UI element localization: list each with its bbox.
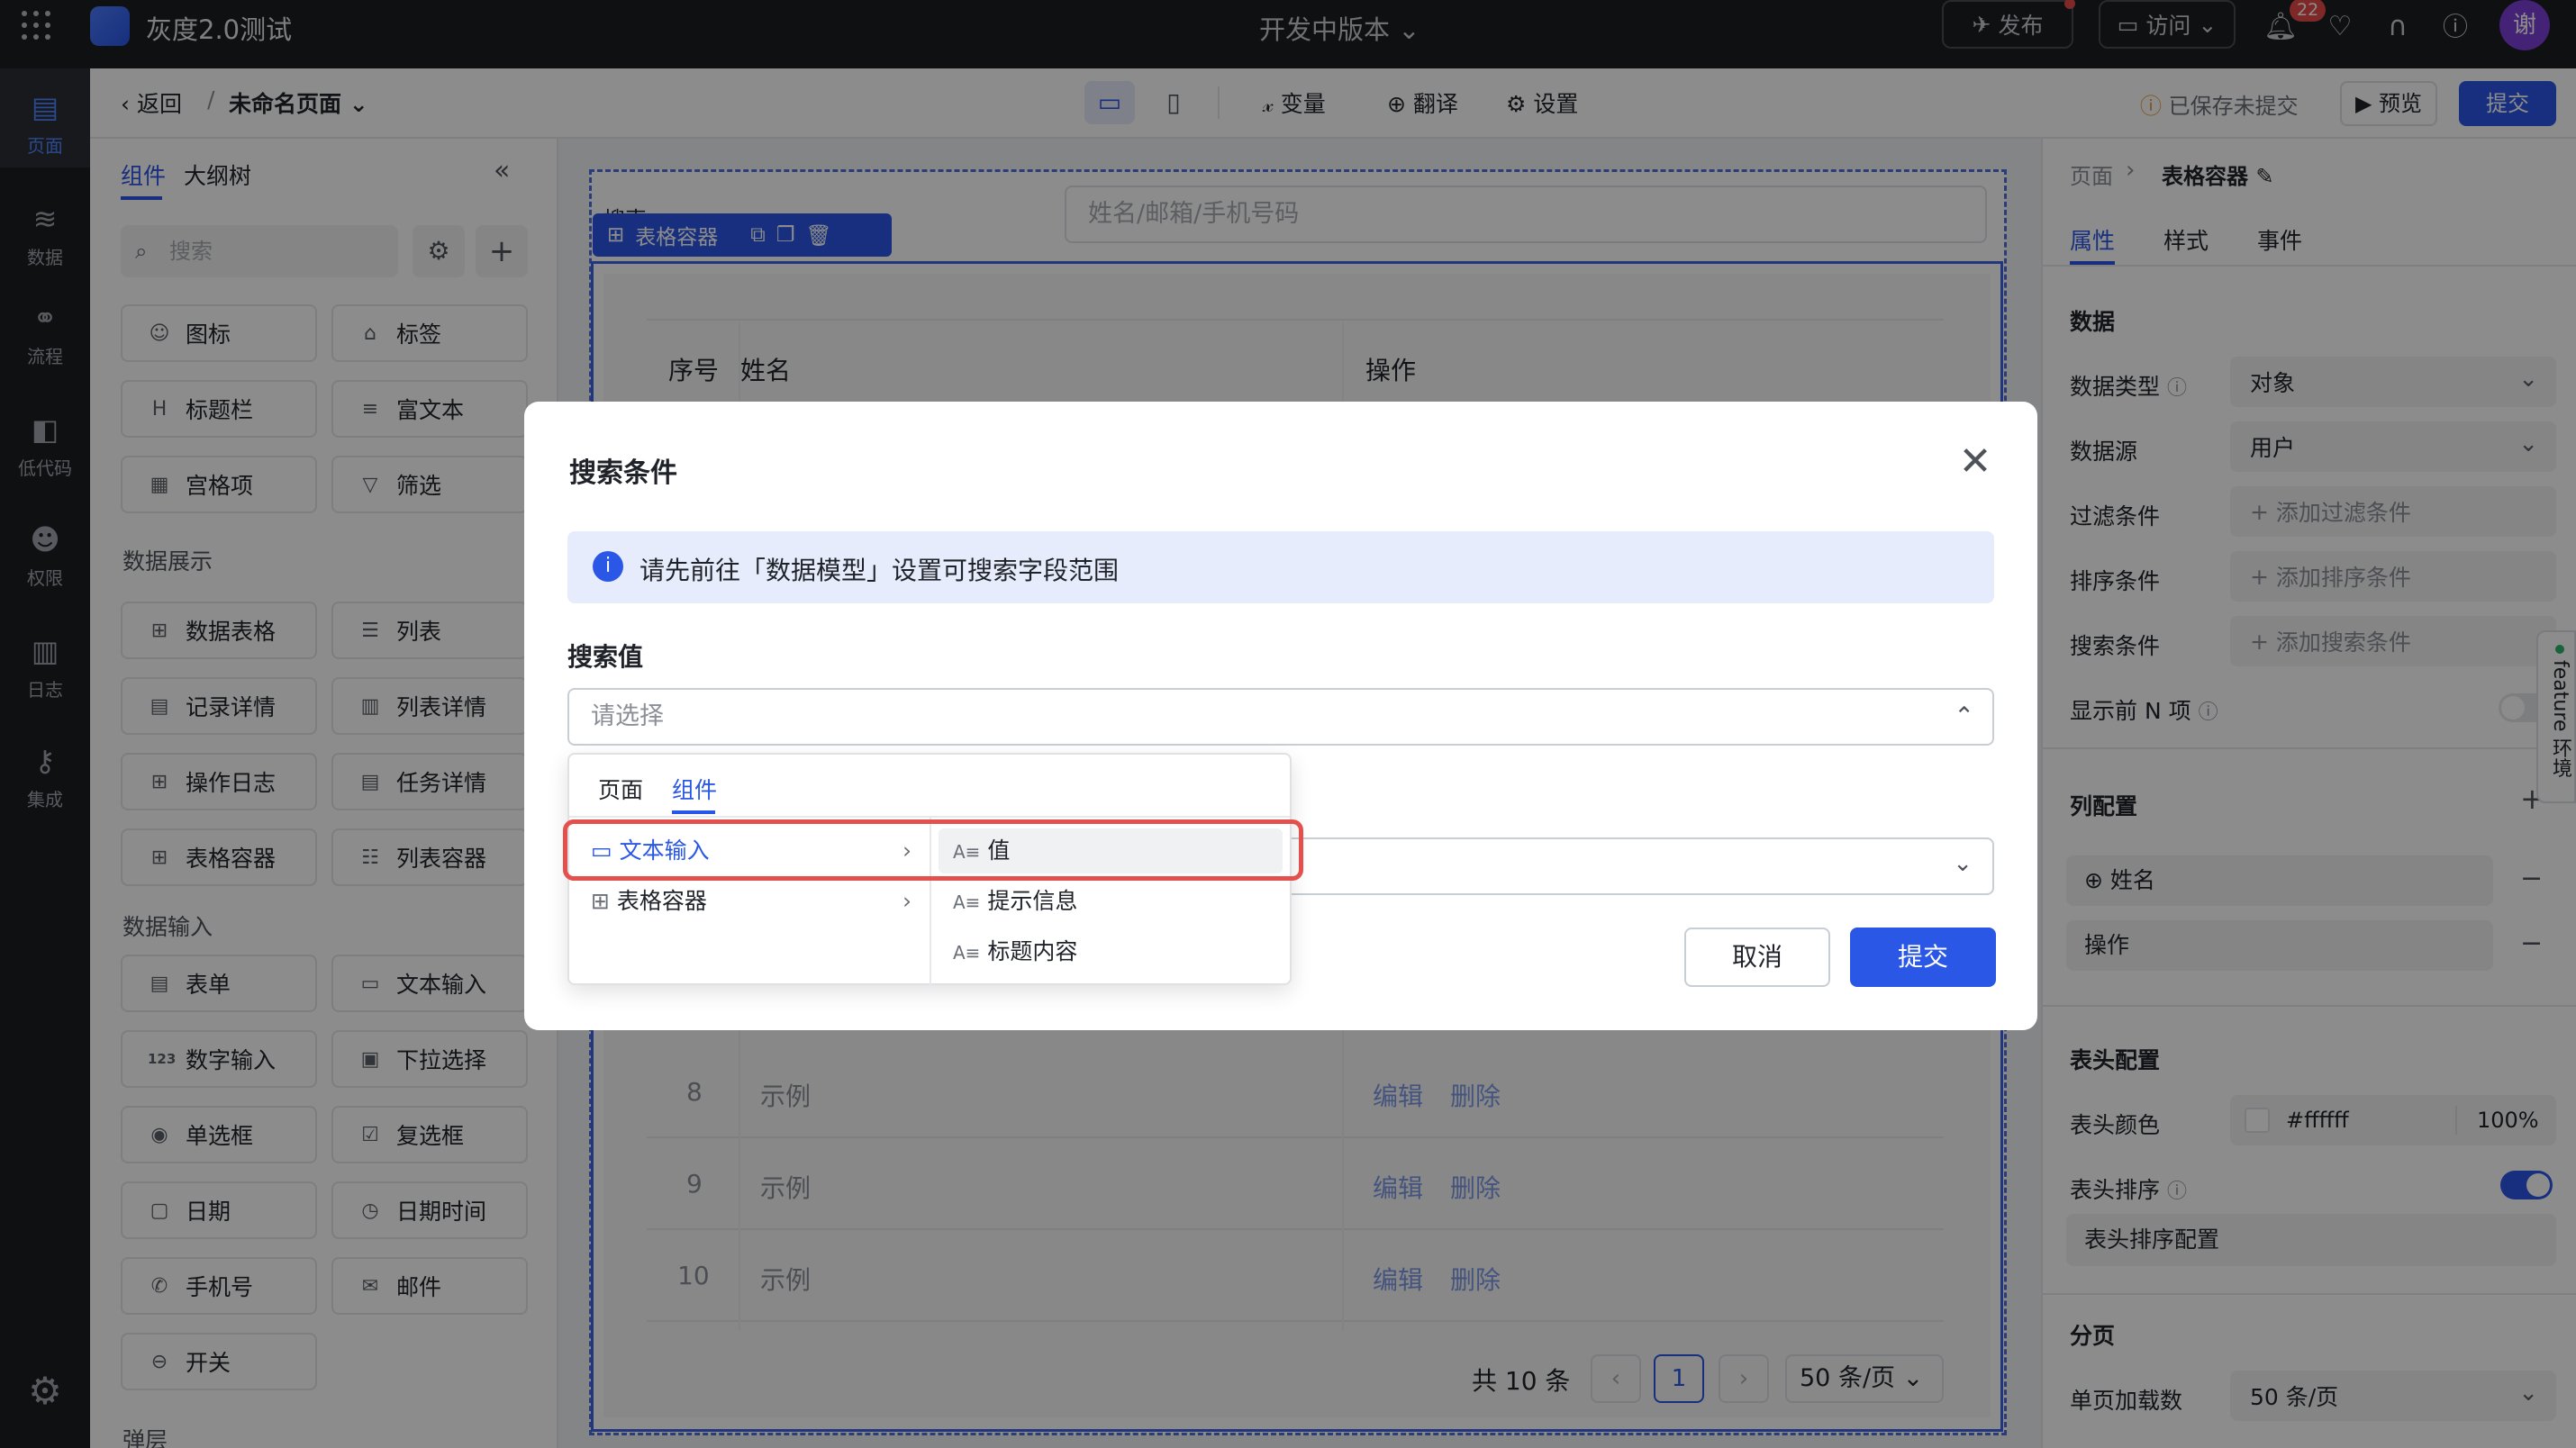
tab-component[interactable]: 组件 (672, 773, 717, 805)
submit-button[interactable]: 提交 (1850, 928, 1996, 987)
tab-indicator (672, 810, 715, 814)
info-banner: i 请先前往「数据模型」设置可搜索字段范围 (567, 531, 1994, 603)
table-icon: ⊞ (591, 888, 610, 914)
dialog-title: 搜索条件 (569, 457, 677, 489)
chevron-up-icon: ⌃ (1954, 702, 1974, 730)
highlight-box (563, 819, 1303, 881)
field-icon: A≡ (953, 942, 981, 964)
field-icon: A≡ (953, 891, 981, 913)
info-text: 请先前往「数据模型」设置可搜索字段范围 (639, 556, 1120, 585)
field-label: 搜索值 (567, 642, 644, 672)
close-icon[interactable]: ✕ (1955, 441, 1996, 483)
option-label: 表格容器 (616, 888, 707, 914)
info-icon: i (593, 551, 623, 582)
search-value-select[interactable]: 请选择 ⌃ (567, 688, 1994, 746)
option-label: 标题内容 (987, 938, 1078, 964)
option-table-container[interactable]: ⊞ 表格容器 › (578, 879, 924, 924)
tab-page[interactable]: 页面 (598, 773, 643, 805)
option-label: 提示信息 (987, 888, 1078, 914)
option-hint[interactable]: A≡ 提示信息 (939, 879, 1283, 924)
chevron-right-icon: › (903, 888, 912, 914)
chevron-down-icon: ⌄ (1953, 850, 1973, 877)
option-title[interactable]: A≡ 标题内容 (939, 929, 1283, 974)
cancel-button[interactable]: 取消 (1684, 928, 1830, 987)
select-placeholder: 请选择 (591, 702, 664, 730)
